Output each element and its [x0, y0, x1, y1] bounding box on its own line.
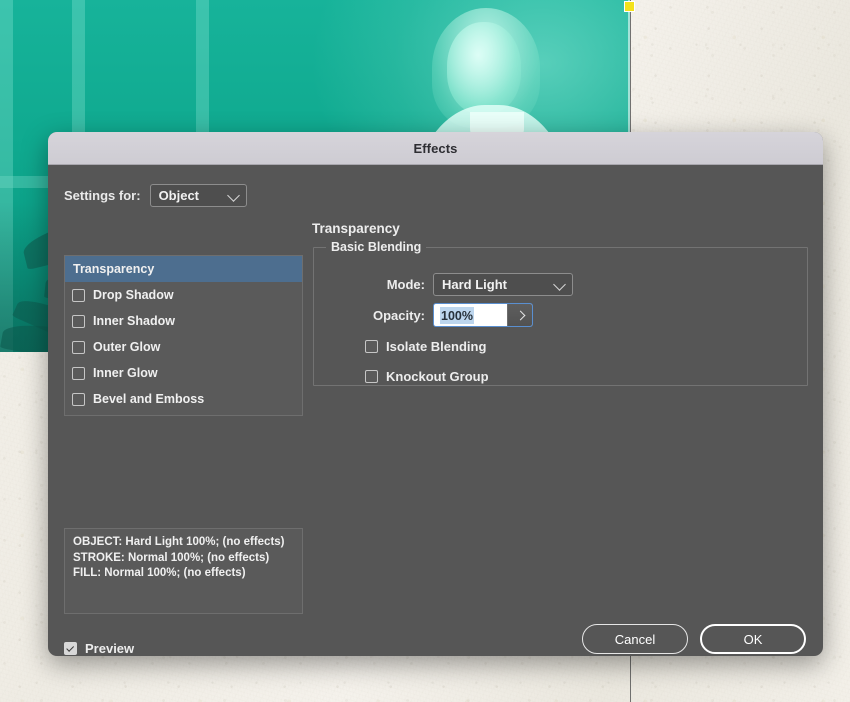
checkbox-bevel-and-emboss[interactable] — [72, 393, 85, 406]
list-item-label: Inner Glow — [93, 366, 158, 380]
settings-for-select[interactable]: Object — [150, 184, 247, 207]
checkbox-preview[interactable] — [64, 642, 77, 655]
mode-label: Mode: — [365, 277, 425, 292]
chevron-right-icon — [515, 310, 525, 320]
opacity-value: 100% — [440, 307, 474, 324]
status-line-object: OBJECT: Hard Light 100%; (no effects) — [73, 535, 294, 551]
checkbox-drop-shadow[interactable] — [72, 289, 85, 302]
dialog-titlebar[interactable]: Effects — [48, 132, 823, 165]
effects-list-item-drop-shadow[interactable]: Drop Shadow — [65, 282, 302, 308]
blend-mode-select[interactable]: Hard Light — [433, 273, 573, 296]
opacity-row: Opacity: 100% — [365, 303, 533, 327]
checkbox-knockout-group[interactable] — [365, 370, 378, 383]
cancel-button[interactable]: Cancel — [582, 624, 688, 654]
status-line-stroke: STROKE: Normal 100%; (no effects) — [73, 551, 294, 567]
checkbox-outer-glow[interactable] — [72, 341, 85, 354]
chevron-down-icon — [553, 278, 566, 291]
checkbox-inner-shadow[interactable] — [72, 315, 85, 328]
effects-list-item-transparency[interactable]: Transparency — [65, 256, 302, 282]
effects-list-item-inner-shadow[interactable]: Inner Shadow — [65, 308, 302, 334]
settings-for-row: Settings for: Object — [64, 184, 247, 207]
settings-for-value: Object — [159, 188, 199, 203]
opacity-value-wrap[interactable]: 100% — [434, 304, 507, 326]
checkbox-inner-glow[interactable] — [72, 367, 85, 380]
list-item-label: Outer Glow — [93, 340, 160, 354]
list-item-label: Inner Shadow — [93, 314, 175, 328]
chevron-down-icon — [227, 189, 240, 202]
figure-center-head — [447, 22, 521, 114]
opacity-stepper-button[interactable] — [507, 304, 532, 326]
preview-label: Preview — [85, 641, 134, 656]
effects-list[interactable]: Transparency Drop Shadow Inner Shadow Ou… — [64, 255, 303, 416]
pane-title: Transparency — [312, 221, 400, 236]
knockout-group-label: Knockout Group — [386, 369, 489, 384]
preview-row[interactable]: Preview — [64, 641, 134, 656]
isolate-blending-label: Isolate Blending — [386, 339, 486, 354]
knockout-group-row[interactable]: Knockout Group — [365, 369, 489, 384]
effects-dialog[interactable]: Effects Settings for: Object Transparenc… — [48, 132, 823, 656]
effects-list-item-outer-glow[interactable]: Outer Glow — [65, 334, 302, 360]
isolate-blending-row[interactable]: Isolate Blending — [365, 339, 486, 354]
status-line-fill: FILL: Normal 100%; (no effects) — [73, 566, 294, 582]
list-item-label: Drop Shadow — [93, 288, 174, 302]
list-item-label: Transparency — [72, 262, 154, 276]
opacity-input[interactable]: 100% — [433, 303, 533, 327]
effects-status-box: OBJECT: Hard Light 100%; (no effects) ST… — [64, 528, 303, 614]
basic-blending-legend: Basic Blending — [326, 240, 426, 254]
effects-list-item-satin[interactable]: Satin — [65, 412, 302, 416]
blend-mode-value: Hard Light — [442, 277, 507, 292]
dialog-title: Effects — [413, 141, 457, 156]
dialog-body: Settings for: Object Transparency Drop S… — [48, 165, 823, 656]
list-item-label: Bevel and Emboss — [93, 392, 204, 406]
selection-handle[interactable] — [624, 1, 635, 12]
mode-row: Mode: Hard Light — [365, 273, 573, 296]
checkbox-isolate-blending[interactable] — [365, 340, 378, 353]
effects-list-item-inner-glow[interactable]: Inner Glow — [65, 360, 302, 386]
ok-button[interactable]: OK — [700, 624, 806, 654]
opacity-label: Opacity: — [365, 308, 425, 323]
effects-list-item-bevel-and-emboss[interactable]: Bevel and Emboss — [65, 386, 302, 412]
settings-for-label: Settings for: — [64, 188, 141, 203]
